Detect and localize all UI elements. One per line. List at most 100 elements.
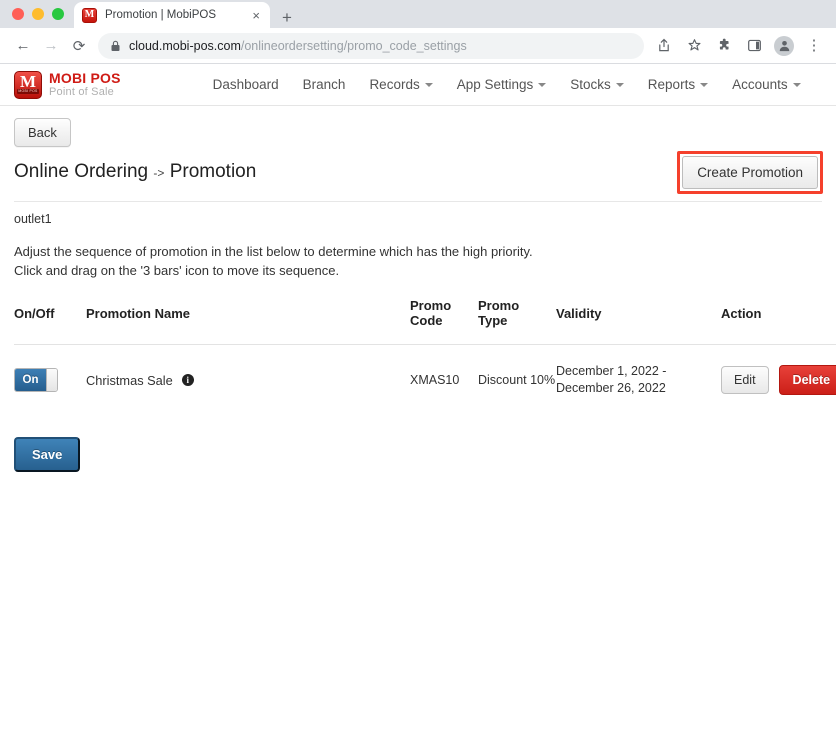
minimize-window-button[interactable] [32, 8, 44, 20]
nav-item-accounts[interactable]: Accounts [720, 71, 813, 98]
page-title: Online Ordering -> Promotion [14, 161, 256, 183]
new-tab-icon[interactable]: + [282, 9, 292, 26]
column-header-name: Promotion Name [86, 298, 410, 345]
column-header-promo-code: Promo Code [410, 298, 478, 345]
nav-label: App Settings [456, 77, 534, 92]
edit-button[interactable]: Edit [721, 366, 769, 394]
nav-label: Reports [647, 77, 696, 92]
chevron-down-icon [792, 82, 801, 87]
tab-close-icon[interactable]: × [250, 9, 262, 22]
chevron-down-icon [615, 82, 624, 87]
cell-promo-type: Discount 10% [478, 372, 556, 387]
nav-label: Stocks [570, 77, 611, 92]
cell-promo-code: XMAS10 [410, 372, 460, 387]
url-path: /onlineordersetting/promo_code_settings [240, 38, 467, 53]
table-body: On Christmas Sale i XMAS10 Discount 10% [14, 345, 836, 416]
maximize-window-button[interactable] [52, 8, 64, 20]
back-icon[interactable]: ← [10, 33, 36, 59]
table-header-row: On/Off Promotion Name Promo Code Promo T… [14, 298, 836, 345]
nav-item-branch[interactable]: Branch [291, 71, 358, 98]
promo-code-line-1: Promo [410, 298, 452, 313]
instructions-line-1: Adjust the sequence of promotion in the … [14, 244, 533, 259]
save-button[interactable]: Save [14, 437, 81, 472]
profile-avatar-icon[interactable] [772, 34, 796, 58]
cell-action: Edit Delete [721, 345, 836, 416]
reload-icon[interactable]: ⟳ [66, 33, 92, 59]
address-bar-url: cloud.mobi-pos.com/onlineordersetting/pr… [129, 39, 467, 53]
column-header-promo-type: Promo Type [478, 298, 556, 345]
promo-type-line-2: Type [478, 313, 508, 328]
cell-onoff: On [14, 345, 86, 416]
nav-item-records[interactable]: Records [357, 71, 444, 98]
nav-label: Dashboard [212, 77, 279, 92]
cell-name: Christmas Sale i [86, 345, 410, 416]
nav-item-dashboard[interactable]: Dashboard [201, 71, 291, 98]
instructions-line-2: Click and drag on the '3 bars' icon to m… [14, 263, 340, 278]
instructions-text: Adjust the sequence of promotion in the … [14, 226, 822, 280]
lock-icon [110, 40, 121, 52]
page-title-arrow: -> [153, 166, 165, 180]
row-actions: Edit Delete [721, 365, 836, 395]
nav-label: Accounts [732, 77, 788, 92]
create-promotion-button[interactable]: Create Promotion [682, 156, 818, 189]
promotion-toggle-switch[interactable]: On [14, 368, 58, 392]
promotions-table: On/Off Promotion Name Promo Code Promo T… [14, 298, 836, 415]
promotion-name: Christmas Sale [86, 372, 173, 388]
chevron-down-icon [700, 82, 709, 87]
browser-tab[interactable]: M Promotion | MobiPOS × [74, 2, 270, 28]
toggle-on-label: On [15, 369, 46, 391]
promotion-name-cell: Christmas Sale i [86, 372, 410, 389]
tab-title: Promotion | MobiPOS [105, 9, 217, 21]
url-host: cloud.mobi-pos.com [129, 38, 241, 53]
promo-type-line-1: Promo [478, 298, 520, 313]
nav-item-app-settings[interactable]: App Settings [445, 71, 559, 98]
delete-button[interactable]: Delete [778, 365, 836, 395]
column-header-onoff: On/Off [14, 298, 86, 345]
info-icon[interactable]: i [181, 374, 194, 386]
chrome-menu-icon[interactable]: ⋮ [802, 34, 826, 58]
browser-tab-bar: M Promotion | MobiPOS × + [0, 0, 836, 28]
brand-text: MOBI POS Point of Sale [49, 71, 121, 98]
toolbar-icon-group: ⋮ [652, 34, 826, 58]
mobipos-logo-icon: M MOBI POS [14, 70, 42, 99]
page-content: Back Online Ordering -> Promotion Create… [0, 106, 836, 472]
cell-validity: December 1, 2022 - December 26, 2022 [556, 364, 667, 395]
nav-label: Branch [302, 77, 346, 92]
toggle-knob [46, 369, 57, 391]
browser-window: M Promotion | MobiPOS × + ← → ⟳ cloud.mo… [0, 0, 836, 736]
page-body: M MOBI POS MOBI POS Point of Sale Dashbo… [0, 64, 836, 736]
logo-mark-subtext: MOBI POS [17, 89, 39, 94]
browser-toolbar: ← → ⟳ cloud.mobi-pos.com/onlineordersett… [0, 28, 836, 64]
forward-icon[interactable]: → [38, 33, 64, 59]
window-traffic-lights [8, 0, 74, 28]
extensions-puzzle-icon[interactable] [712, 34, 736, 58]
outlet-label: outlet1 [14, 212, 52, 226]
page-title-row: Online Ordering -> Promotion Create Prom… [14, 151, 823, 194]
tab-favicon-icon: M [82, 7, 97, 23]
page-title-sub: Promotion [169, 161, 257, 182]
site-header: M MOBI POS MOBI POS Point of Sale Dashbo… [0, 64, 836, 106]
column-header-validity: Validity [556, 298, 721, 345]
main-navigation: Dashboard Branch Records App Settings St… [201, 71, 813, 98]
close-window-button[interactable] [12, 8, 24, 20]
nav-item-stocks[interactable]: Stocks [558, 71, 636, 98]
brand-subtitle: Point of Sale [49, 86, 114, 98]
column-header-action: Action [721, 298, 836, 345]
favicon-letter: M [84, 9, 95, 20]
page-title-main: Online Ordering [14, 161, 149, 182]
address-bar[interactable]: cloud.mobi-pos.com/onlineordersetting/pr… [98, 32, 644, 59]
chevron-down-icon [424, 82, 433, 87]
create-promotion-highlight: Create Promotion [677, 151, 823, 194]
brand-logo[interactable]: M MOBI POS MOBI POS Point of Sale [14, 70, 121, 99]
table-header: On/Off Promotion Name Promo Code Promo T… [14, 298, 836, 345]
back-button[interactable]: Back [14, 118, 71, 147]
side-panel-icon[interactable] [742, 34, 766, 58]
promo-code-line-2: Code [410, 313, 443, 328]
nav-label: Records [369, 77, 420, 92]
table-row: On Christmas Sale i XMAS10 Discount 10% [14, 345, 836, 416]
chevron-down-icon [538, 82, 547, 87]
bookmark-star-icon[interactable] [682, 34, 706, 58]
nav-item-reports[interactable]: Reports [636, 71, 720, 98]
share-icon[interactable] [652, 34, 676, 58]
logo-letter: M [19, 72, 37, 91]
